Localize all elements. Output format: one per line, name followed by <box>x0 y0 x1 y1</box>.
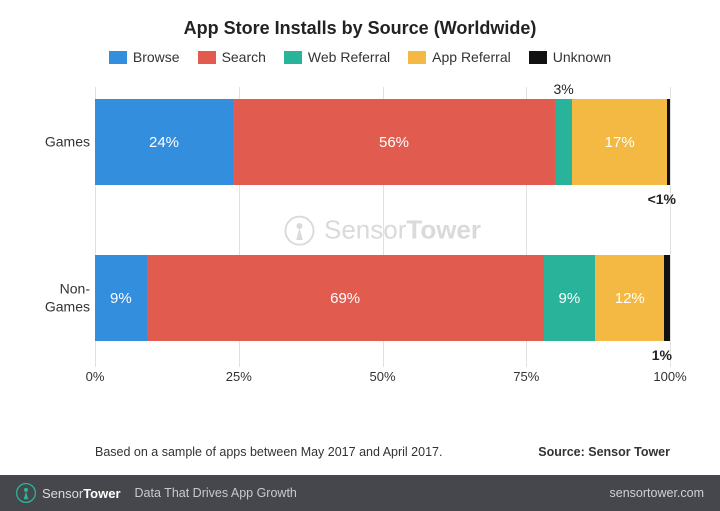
category-label: Games <box>30 133 90 151</box>
legend-item: Search <box>198 49 266 65</box>
value-label: 9% <box>110 290 132 307</box>
x-tick: 0% <box>86 369 105 384</box>
legend-item: App Referral <box>408 49 511 65</box>
value-label: 12% <box>615 290 645 307</box>
footnote-text: Based on a sample of apps between May 20… <box>95 445 442 459</box>
legend-label: Unknown <box>553 49 611 65</box>
footnote-row: Based on a sample of apps between May 20… <box>95 445 670 459</box>
value-label: 56% <box>379 134 409 151</box>
tower-icon <box>16 483 36 503</box>
category-label: Non- Games <box>30 281 90 316</box>
chart-title: App Store Installs by Source (Worldwide) <box>30 18 690 39</box>
chart-container: App Store Installs by Source (Worldwide)… <box>0 0 720 475</box>
footer-tagline: Data That Drives App Growth <box>135 486 297 500</box>
brand: SensorTower <box>16 483 121 503</box>
footer-url: sensortower.com <box>610 486 704 500</box>
segment-app-referral: 12% <box>595 255 664 341</box>
swatch-browse <box>109 51 127 64</box>
x-tick: 75% <box>513 369 539 384</box>
bar-row-non-games: Non- Games 9% 69% 9% 12% 1% <box>95 255 670 341</box>
tower-icon <box>284 215 314 245</box>
segment-web-referral: 9% <box>544 255 596 341</box>
segment-unknown <box>667 99 670 185</box>
callout-unknown: 1% <box>652 347 672 363</box>
callout-unknown: <1% <box>648 191 676 207</box>
segment-unknown <box>664 255 670 341</box>
legend-label: Browse <box>133 49 180 65</box>
segment-browse: 24% <box>95 99 233 185</box>
legend-label: Search <box>222 49 266 65</box>
x-tick: 25% <box>226 369 252 384</box>
legend-label: Web Referral <box>308 49 390 65</box>
value-label: 3% <box>554 81 574 97</box>
segment-web-referral: 3% <box>555 99 572 185</box>
legend: Browse Search Web Referral App Referral … <box>30 49 690 65</box>
gridline <box>670 87 671 367</box>
bar-row-games: Games 24% 56% 3% 17% <1% <box>95 99 670 185</box>
x-axis: 0% 25% 50% 75% 100% <box>95 367 670 387</box>
legend-item: Unknown <box>529 49 611 65</box>
legend-label: App Referral <box>432 49 511 65</box>
swatch-web-referral <box>284 51 302 64</box>
swatch-unknown <box>529 51 547 64</box>
value-label: 9% <box>559 290 581 307</box>
x-tick: 50% <box>369 369 395 384</box>
value-label: 24% <box>149 134 179 151</box>
segment-browse: 9% <box>95 255 147 341</box>
plot-area: SensorTower Games 24% 56% 3% 17% <1% Non… <box>95 87 670 387</box>
segment-search: 69% <box>147 255 544 341</box>
segment-search: 56% <box>233 99 555 185</box>
source-text: Source: Sensor Tower <box>538 445 670 459</box>
legend-item: Browse <box>109 49 180 65</box>
legend-item: Web Referral <box>284 49 390 65</box>
x-tick: 100% <box>653 369 686 384</box>
footer-bar: SensorTower Data That Drives App Growth … <box>0 475 720 511</box>
value-label: 69% <box>330 290 360 307</box>
swatch-app-referral <box>408 51 426 64</box>
segment-app-referral: 17% <box>572 99 667 185</box>
brand-name: SensorTower <box>42 486 121 501</box>
swatch-search <box>198 51 216 64</box>
value-label: 17% <box>605 134 635 151</box>
